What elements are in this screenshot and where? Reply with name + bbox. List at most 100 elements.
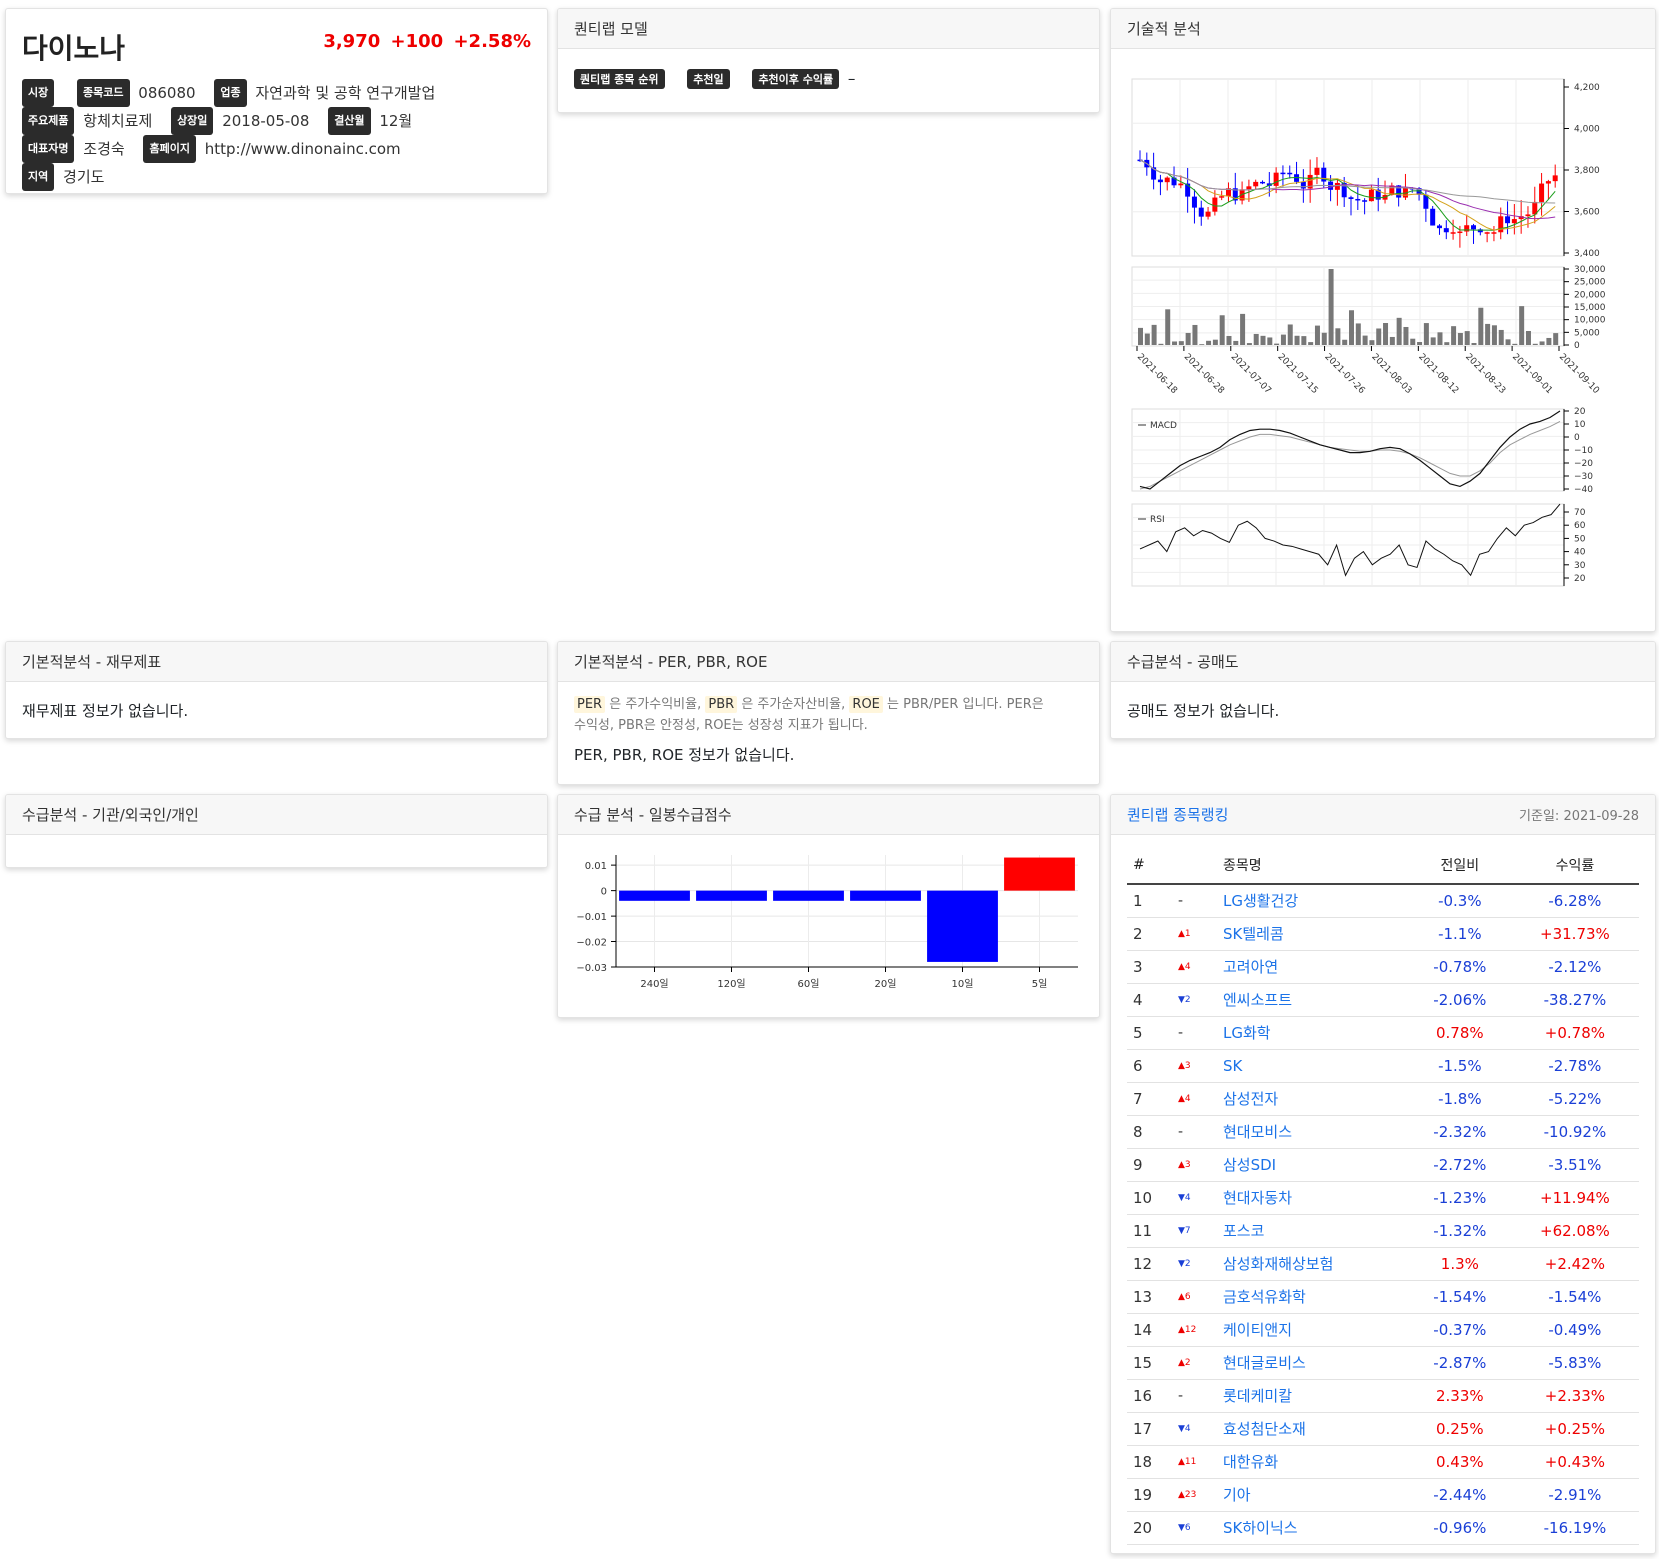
return-rate: +2.33% (1510, 1379, 1639, 1413)
candle-body (1511, 219, 1517, 224)
per-message: PER, PBR, ROE 정보가 없습니다. (574, 746, 795, 764)
stock-link[interactable]: 포스코 (1223, 1222, 1264, 1240)
date-tick-label: 2021-08-23 (1463, 352, 1507, 396)
stock-link[interactable]: 롯데케미칼 (1223, 1387, 1292, 1405)
stock-link[interactable]: 고려아연 (1223, 958, 1278, 976)
volume-bar (1267, 337, 1273, 345)
volume-bar (1328, 269, 1334, 345)
stock-link[interactable]: 금호석유화학 (1223, 1288, 1306, 1306)
stock-link[interactable]: 삼성SDI (1223, 1156, 1276, 1174)
volume-bar (1546, 337, 1552, 345)
supply-title: 수급 분석 - 일봉수급점수 (574, 806, 732, 824)
rank-number: 12 (1127, 1247, 1172, 1281)
ranking-title-link[interactable]: 퀀티랩 종목랭킹 (1127, 804, 1228, 825)
macd-tick-label: −30 (1574, 472, 1593, 482)
stock-link[interactable]: 현대글로비스 (1223, 1354, 1306, 1372)
rank-number: 5 (1127, 1016, 1172, 1050)
ranking-header-row: # 종목명 전일비 수익률 (1127, 847, 1639, 885)
rank-change: ▲6 (1172, 1280, 1217, 1314)
bar (850, 890, 921, 901)
rank-change: ▲3 (1172, 1049, 1217, 1083)
return-rate: -2.91% (1510, 1478, 1639, 1512)
x-tick-label: 5일 (1032, 978, 1048, 990)
table-row: 19 ▲23 기아 -2.44% -2.91% (1127, 1478, 1639, 1512)
stock-link[interactable]: 삼성화재해상보험 (1223, 1255, 1333, 1273)
y-tick-label: −0.01 (576, 912, 607, 923)
stock-link[interactable]: SK텔레콤 (1223, 925, 1284, 943)
stock-link[interactable]: 엔씨소프트 (1223, 991, 1292, 1009)
table-row: 7 ▲4 삼성전자 -1.8% -5.22% (1127, 1082, 1639, 1116)
day-change: -2.44% (1408, 1478, 1511, 1512)
rank-change: ▼2 (1172, 983, 1217, 1017)
bar (619, 890, 690, 901)
short-message: 공매도 정보가 없습니다. (1127, 702, 1280, 720)
stock-product: 항체치료제 (83, 111, 153, 130)
stock-link[interactable]: 기아 (1223, 1486, 1251, 1504)
rank-number: 10 (1127, 1181, 1172, 1215)
stock-link[interactable]: 삼성전자 (1223, 1090, 1278, 1108)
stock-link[interactable]: 대한유화 (1223, 1453, 1278, 1471)
rsi-tick-label: 70 (1574, 508, 1586, 518)
rank-number: 19 (1127, 1478, 1172, 1512)
candle-body (1443, 228, 1449, 233)
investor-supply-card: 수급분석 - 기관/외국인/개인 (5, 794, 548, 868)
stock-link[interactable]: SK (1223, 1057, 1242, 1075)
technical-title: 기술적 분석 (1127, 20, 1201, 38)
candle-body (1484, 232, 1490, 234)
day-change: -1.54% (1408, 1280, 1511, 1314)
short-header: 수급분석 - 공매도 (1111, 642, 1655, 682)
volume-bar (1464, 331, 1470, 345)
volume-bar (1144, 333, 1150, 345)
volume-tick-label: 20,000 (1574, 290, 1606, 300)
stock-link[interactable]: 효성첨단소재 (1223, 1420, 1306, 1438)
financial-title: 기본적분석 - 재무제표 (22, 653, 162, 671)
day-change: -0.3% (1408, 884, 1511, 918)
rank-number: 11 (1127, 1214, 1172, 1248)
bar (696, 890, 767, 901)
stock-link[interactable]: 케이티앤지 (1223, 1321, 1292, 1339)
volume-bar (1485, 323, 1491, 345)
stock-fiscal-month: 12월 (379, 111, 413, 130)
rank-number: 9 (1127, 1148, 1172, 1182)
candle-body (1545, 181, 1551, 184)
rank-number: 13 (1127, 1280, 1172, 1314)
volume-bar (1178, 341, 1184, 345)
volume-bar (1376, 328, 1382, 345)
y-tick-label: −0.02 (576, 938, 607, 949)
recommend-date-badge: 추천일 (687, 69, 730, 89)
supply-score-card: 수급 분석 - 일봉수급점수 0.01 0 −0.01 −0.02 −0.03 240일 1… (557, 794, 1100, 1018)
volume-tick-label: 0 (1574, 341, 1580, 351)
price-tick-label: 3,800 (1574, 166, 1600, 176)
day-change: 0.25% (1408, 1412, 1511, 1446)
rank-change: ▼7 (1172, 1214, 1217, 1248)
rank-change: ▲4 (1172, 1082, 1217, 1116)
date-tick-label: 2021-09-01 (1510, 352, 1554, 396)
volume-bar (1335, 328, 1341, 345)
col-num: # (1127, 847, 1172, 885)
table-row: 17 ▼4 효성첨단소재 0.25% +0.25% (1127, 1412, 1639, 1446)
candle-body (1430, 208, 1436, 226)
return-rate: -2.12% (1510, 950, 1639, 984)
volume-bar (1321, 332, 1327, 345)
info-row-2: 주요제품 항체치료제 상장일 2018-05-08 결산월 12월 (22, 107, 531, 135)
candle-body (1464, 225, 1470, 232)
short-selling-card: 수급분석 - 공매도 공매도 정보가 없습니다. (1110, 641, 1656, 739)
stock-link[interactable]: LG화학 (1223, 1024, 1271, 1042)
stock-link[interactable]: LG생활건강 (1223, 892, 1298, 910)
date-tick-label: 2021-09-10 (1557, 352, 1601, 396)
day-change: -0.37% (1408, 1313, 1511, 1347)
stock-link[interactable]: SK하이닉스 (1223, 1519, 1298, 1537)
per-header: 기본적분석 - PER, PBR, ROE (558, 642, 1099, 682)
date-tick-label: 2021-08-12 (1416, 352, 1460, 396)
volume-bar (1417, 341, 1423, 345)
fiscal-badge: 결산월 (328, 107, 371, 135)
candle-body (1246, 186, 1252, 190)
price-tick-label: 3,600 (1574, 208, 1600, 218)
stock-link[interactable]: 현대모비스 (1223, 1123, 1292, 1141)
rsi-tick-label: 20 (1574, 574, 1586, 584)
table-row: 18 ▲11 대한유화 0.43% +0.43% (1127, 1445, 1639, 1479)
stock-link[interactable]: 현대자동차 (1223, 1189, 1292, 1207)
homepage-link[interactable]: http://www.dinonainc.com (205, 140, 401, 158)
info-row-4: 지역 경기도 (22, 163, 531, 191)
volume-bar (1219, 315, 1225, 345)
